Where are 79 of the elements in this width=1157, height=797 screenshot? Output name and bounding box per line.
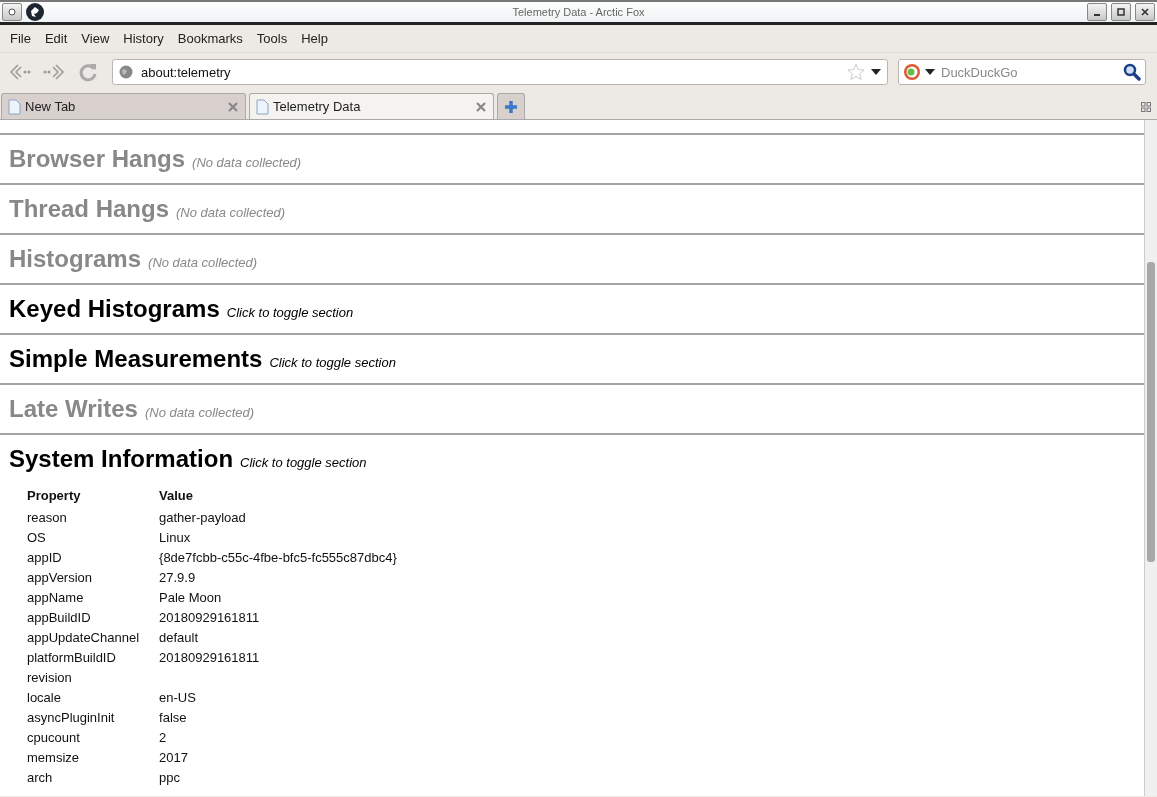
grid-icon[interactable] [1141,102,1151,112]
address-bar[interactable]: about:telemetry [112,59,888,85]
table-cell: default [159,629,199,645]
section-note: (No data collected) [192,154,302,170]
page-icon [256,98,269,115]
table-cell: locale [27,689,61,705]
minimize-button[interactable] [1087,3,1107,21]
section-note: (No data collected) [148,254,258,270]
table-cell: ppc [159,769,180,785]
section-heading[interactable]: Simple Measurements [9,345,263,373]
maximize-button[interactable] [1111,3,1131,21]
maximize-icon [1117,8,1125,16]
globe-icon [119,65,133,79]
column-header: Value [158,487,194,505]
search-icon[interactable] [1123,63,1141,81]
table-cell: en-US [159,689,196,705]
table-cell: Linux [159,529,191,545]
table-cell: memsize [27,749,79,765]
close-tab-icon[interactable] [227,100,239,113]
section-heading[interactable]: Keyed Histograms [9,295,220,323]
tab[interactable]: New Tab [1,93,246,119]
search-field[interactable]: DuckDuckGo [939,63,1119,81]
scrollbar[interactable] [1144,120,1157,796]
close-icon [1141,8,1149,16]
menu-item[interactable]: Bookmarks [170,31,250,46]
section-heading: Thread Hangs [9,195,170,223]
dropdown-arrow-icon[interactable] [925,69,935,75]
menu-item[interactable]: Help [294,31,335,46]
app-logo-icon [25,2,45,22]
close-tab-icon[interactable] [475,100,487,113]
page-icon [8,98,21,115]
section-heading: Late Writes [9,395,138,423]
table-cell: cpucount [27,729,80,745]
section-heading[interactable]: System Information [9,445,234,473]
table-cell: 20180929161811 [159,649,260,665]
section-note: Click to toggle section [226,304,354,320]
menu-item[interactable]: File [3,31,38,46]
tab[interactable]: Telemetry Data [249,93,494,119]
section-heading: Histograms [9,245,142,273]
table-cell: appID [27,549,62,565]
menu-item[interactable]: History [116,31,171,46]
close-button[interactable] [1135,3,1155,21]
table-cell: appUpdateChannel [27,629,140,645]
table-cell: 2017 [159,749,188,765]
table-cell: arch [27,769,53,785]
plus-icon [504,99,518,114]
table-cell: appBuildID [27,609,91,625]
section-note: Click to toggle section [240,454,367,470]
star-icon[interactable] [847,63,865,81]
search-bar[interactable]: DuckDuckGo [898,59,1146,85]
dot-icon [8,8,16,16]
scrollbar-thumb[interactable] [1147,262,1155,562]
table-cell: gather-payload [159,509,246,525]
table-cell: platformBuildID [27,649,116,665]
address-field[interactable]: about:telemetry [139,63,841,81]
menu-item[interactable]: View [74,31,117,46]
section-note: (No data collected) [144,404,255,420]
table-cell: 20180929161811 [159,609,260,625]
table-cell: reason [27,509,67,525]
section-note: Click to toggle section [269,354,396,370]
table-cell: asyncPluginInit [27,709,115,725]
section-note: (No data collected) [176,204,286,220]
table-cell: 2 [159,729,167,745]
new-tab-button[interactable] [497,93,525,119]
table-cell: revision [27,669,72,685]
window-menu-button[interactable] [2,3,22,21]
table-cell: appName [27,589,84,605]
dropdown-arrow-icon[interactable] [871,69,881,75]
table-cell: appVersion [27,569,93,585]
table-cell: 27.9.9 [159,569,196,585]
table-cell: false [159,709,187,725]
table-cell: {8de7fcbb-c55c-4fbe-bfc5-fc555c87dbc4} [159,549,397,565]
section-heading: Browser Hangs [9,145,186,173]
table-cell: OS [27,529,46,545]
menu-item[interactable]: Edit [37,31,75,46]
menu-item[interactable]: Tools [249,31,295,46]
window-title: Telemetry Data - Arctic Fox [512,6,645,18]
column-header: Property [26,487,82,505]
table-cell: Pale Moon [159,589,222,605]
